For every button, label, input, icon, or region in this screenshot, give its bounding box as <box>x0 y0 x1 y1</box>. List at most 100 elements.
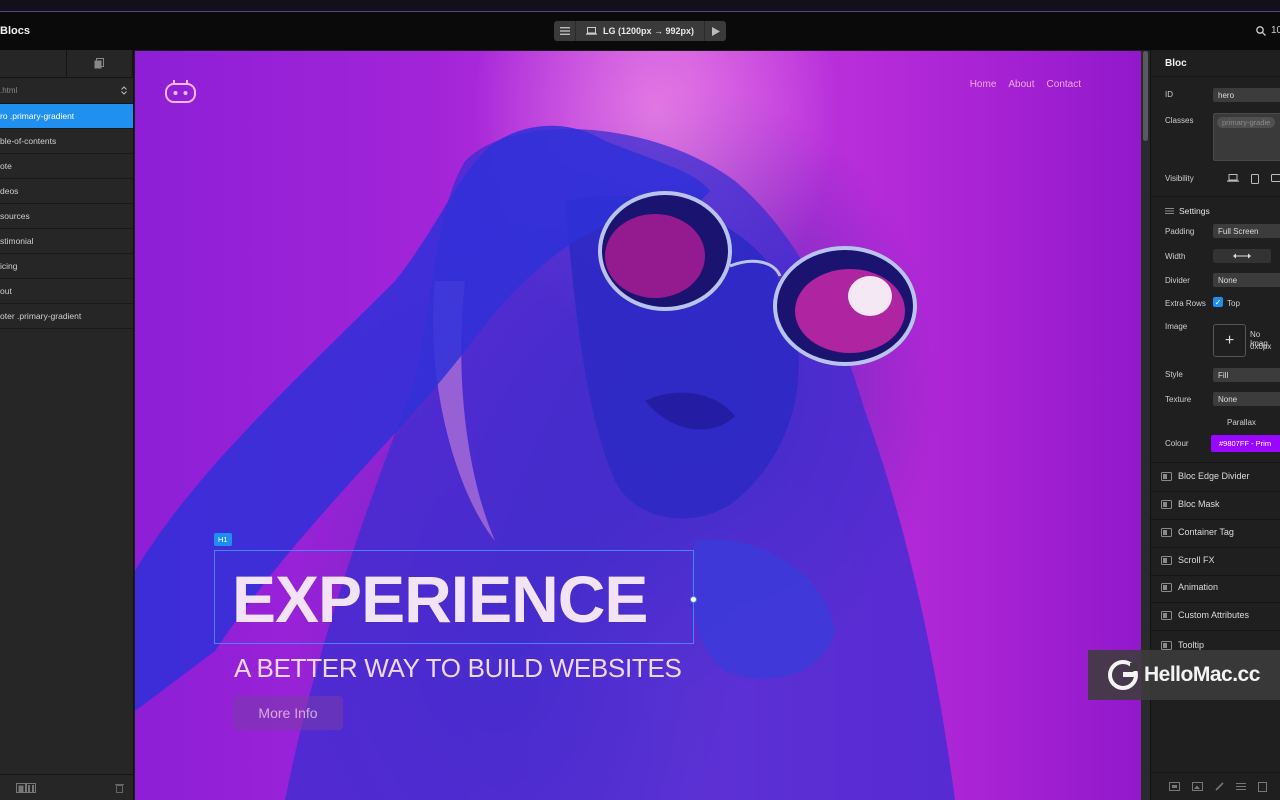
layout-icon[interactable] <box>16 782 26 793</box>
divider <box>1151 602 1280 603</box>
hamburger-icon[interactable] <box>554 21 576 41</box>
padding-select[interactable]: Full Screen <box>1213 224 1280 238</box>
inspector-footer <box>1151 772 1280 800</box>
feature-row[interactable]: Bloc Mask <box>1161 499 1220 509</box>
watermark: HelloMac.cc <box>1088 650 1280 700</box>
scroll-fx-icon <box>1161 555 1172 565</box>
divider-select[interactable]: None <box>1213 273 1280 287</box>
parallax-checkbox[interactable]: Parallax <box>1213 418 1256 427</box>
list-icon[interactable] <box>1236 782 1246 791</box>
window-top-strip <box>0 0 1280 12</box>
image-size: 0x0px <box>1250 342 1272 351</box>
width-toggle[interactable] <box>1213 249 1271 263</box>
bloc-list-item[interactable]: stimonial <box>0 229 133 254</box>
settings-label: Settings <box>1179 206 1210 216</box>
visibility-label: Visibility <box>1165 174 1194 183</box>
laptop-icon[interactable] <box>1227 174 1239 182</box>
extra-rows-checkbox[interactable]: ✓ <box>1213 297 1223 307</box>
hero-subheadline[interactable]: A BETTER WAY TO BUILD WEBSITES <box>234 653 682 684</box>
feature-label: Tooltip <box>1178 640 1205 650</box>
texture-label: Texture <box>1165 395 1192 404</box>
image-icon[interactable] <box>1192 782 1203 791</box>
title-bar: Blocs LG (1200px → 992px) 10 <box>0 12 1280 50</box>
nav-link-contact[interactable]: Contact <box>1047 79 1081 90</box>
bloc-list-item[interactable]: oter .primary-gradient <box>0 304 133 329</box>
feature-label: Bloc Mask <box>1178 499 1220 509</box>
bloc-list-item[interactable]: sources <box>0 204 133 229</box>
device-selector[interactable]: LG (1200px → 992px) <box>554 21 726 41</box>
search-area[interactable]: 10 <box>1256 25 1280 36</box>
sidebar-footer <box>0 774 134 800</box>
brush-icon[interactable] <box>1215 782 1224 791</box>
id-label: ID <box>1165 90 1173 99</box>
tablet-landscape-icon[interactable] <box>1271 174 1280 182</box>
tab-pages[interactable] <box>67 50 133 77</box>
document-icon[interactable] <box>1258 781 1267 792</box>
play-icon[interactable] <box>704 21 726 41</box>
style-label: Style <box>1165 370 1183 379</box>
bloc-list-item[interactable]: icing <box>0 254 133 279</box>
feature-row[interactable]: Scroll FX <box>1161 555 1215 565</box>
colour-picker[interactable]: #9807FF - Prim <box>1211 435 1280 452</box>
divider <box>1151 491 1280 492</box>
selection-outline <box>214 550 694 644</box>
app-title: Blocs <box>0 25 30 37</box>
colour-label: Colour <box>1165 439 1189 448</box>
divider <box>1151 547 1280 548</box>
feature-row[interactable]: Container Tag <box>1161 527 1234 537</box>
trash-icon[interactable] <box>115 783 124 793</box>
laptop-icon <box>586 27 597 35</box>
class-chip[interactable]: primary-gradie <box>1217 117 1276 128</box>
divider <box>1151 196 1280 197</box>
width-label: Width <box>1165 252 1186 261</box>
nav-link-home[interactable]: Home <box>970 79 997 90</box>
more-info-button[interactable]: More Info <box>233 696 343 730</box>
tablet-icon[interactable] <box>1251 174 1259 184</box>
design-canvas[interactable]: Home About Contact EXPERIENCE H1 A BETTE… <box>135 51 1141 800</box>
bloc-list-item[interactable]: ble-of-contents <box>0 129 133 154</box>
padding-label: Padding <box>1165 227 1195 236</box>
container-tag-icon <box>1161 527 1172 537</box>
divider <box>1151 519 1280 520</box>
feature-label: Bloc Edge Divider <box>1178 471 1250 481</box>
add-image-button[interactable]: + <box>1213 324 1246 357</box>
custom-attributes-icon <box>1161 610 1172 620</box>
blocs-sidebar: .html ro .primary-gradient ble-of-content… <box>0 50 134 800</box>
feature-row[interactable]: Custom Attributes <box>1161 610 1249 620</box>
classes-input[interactable]: primary-gradie <box>1213 113 1280 161</box>
extra-rows-label: Extra Rows <box>1165 299 1206 308</box>
site-nav: Home About Contact <box>970 79 1081 90</box>
id-input[interactable]: hero <box>1213 88 1280 102</box>
width-arrows-icon <box>1233 253 1251 259</box>
page-select[interactable]: .html <box>0 78 133 104</box>
code-icon[interactable] <box>1169 782 1180 791</box>
resize-handle[interactable] <box>690 596 697 603</box>
bloc-list-item[interactable]: out <box>0 279 133 304</box>
divider <box>1151 575 1280 576</box>
bloc-list-item[interactable]: deos <box>0 179 133 204</box>
feature-row[interactable]: Bloc Edge Divider <box>1161 471 1250 481</box>
style-select[interactable]: Fill <box>1213 368 1280 382</box>
feature-label: Scroll FX <box>1178 555 1215 565</box>
visibility-toggles <box>1227 174 1280 184</box>
bloc-list-item[interactable]: ote <box>0 154 133 179</box>
divider <box>1151 462 1280 463</box>
tab-blocs[interactable] <box>0 50 67 77</box>
watermark-logo-icon <box>1108 660 1138 690</box>
device-size-label[interactable]: LG (1200px → 992px) <box>576 26 704 36</box>
nav-link-about[interactable]: About <box>1008 79 1034 90</box>
scrollbar-thumb[interactable] <box>1143 51 1148 141</box>
settings-header[interactable]: Settings <box>1165 206 1210 216</box>
search-icon <box>1256 25 1266 36</box>
device-size-text: LG (1200px → 992px) <box>603 26 695 36</box>
bloc-list-item[interactable]: ro .primary-gradient <box>0 104 133 129</box>
divider-label: Divider <box>1165 276 1190 285</box>
columns-icon[interactable] <box>26 782 36 793</box>
feature-row[interactable]: Tooltip <box>1161 640 1204 650</box>
page-select-value: .html <box>0 86 18 95</box>
texture-select[interactable]: None <box>1213 392 1280 406</box>
pages-icon <box>94 58 105 69</box>
feature-row[interactable]: Animation <box>1161 582 1218 592</box>
edge-divider-icon <box>1161 471 1172 481</box>
chevron-updown-icon <box>121 86 127 95</box>
